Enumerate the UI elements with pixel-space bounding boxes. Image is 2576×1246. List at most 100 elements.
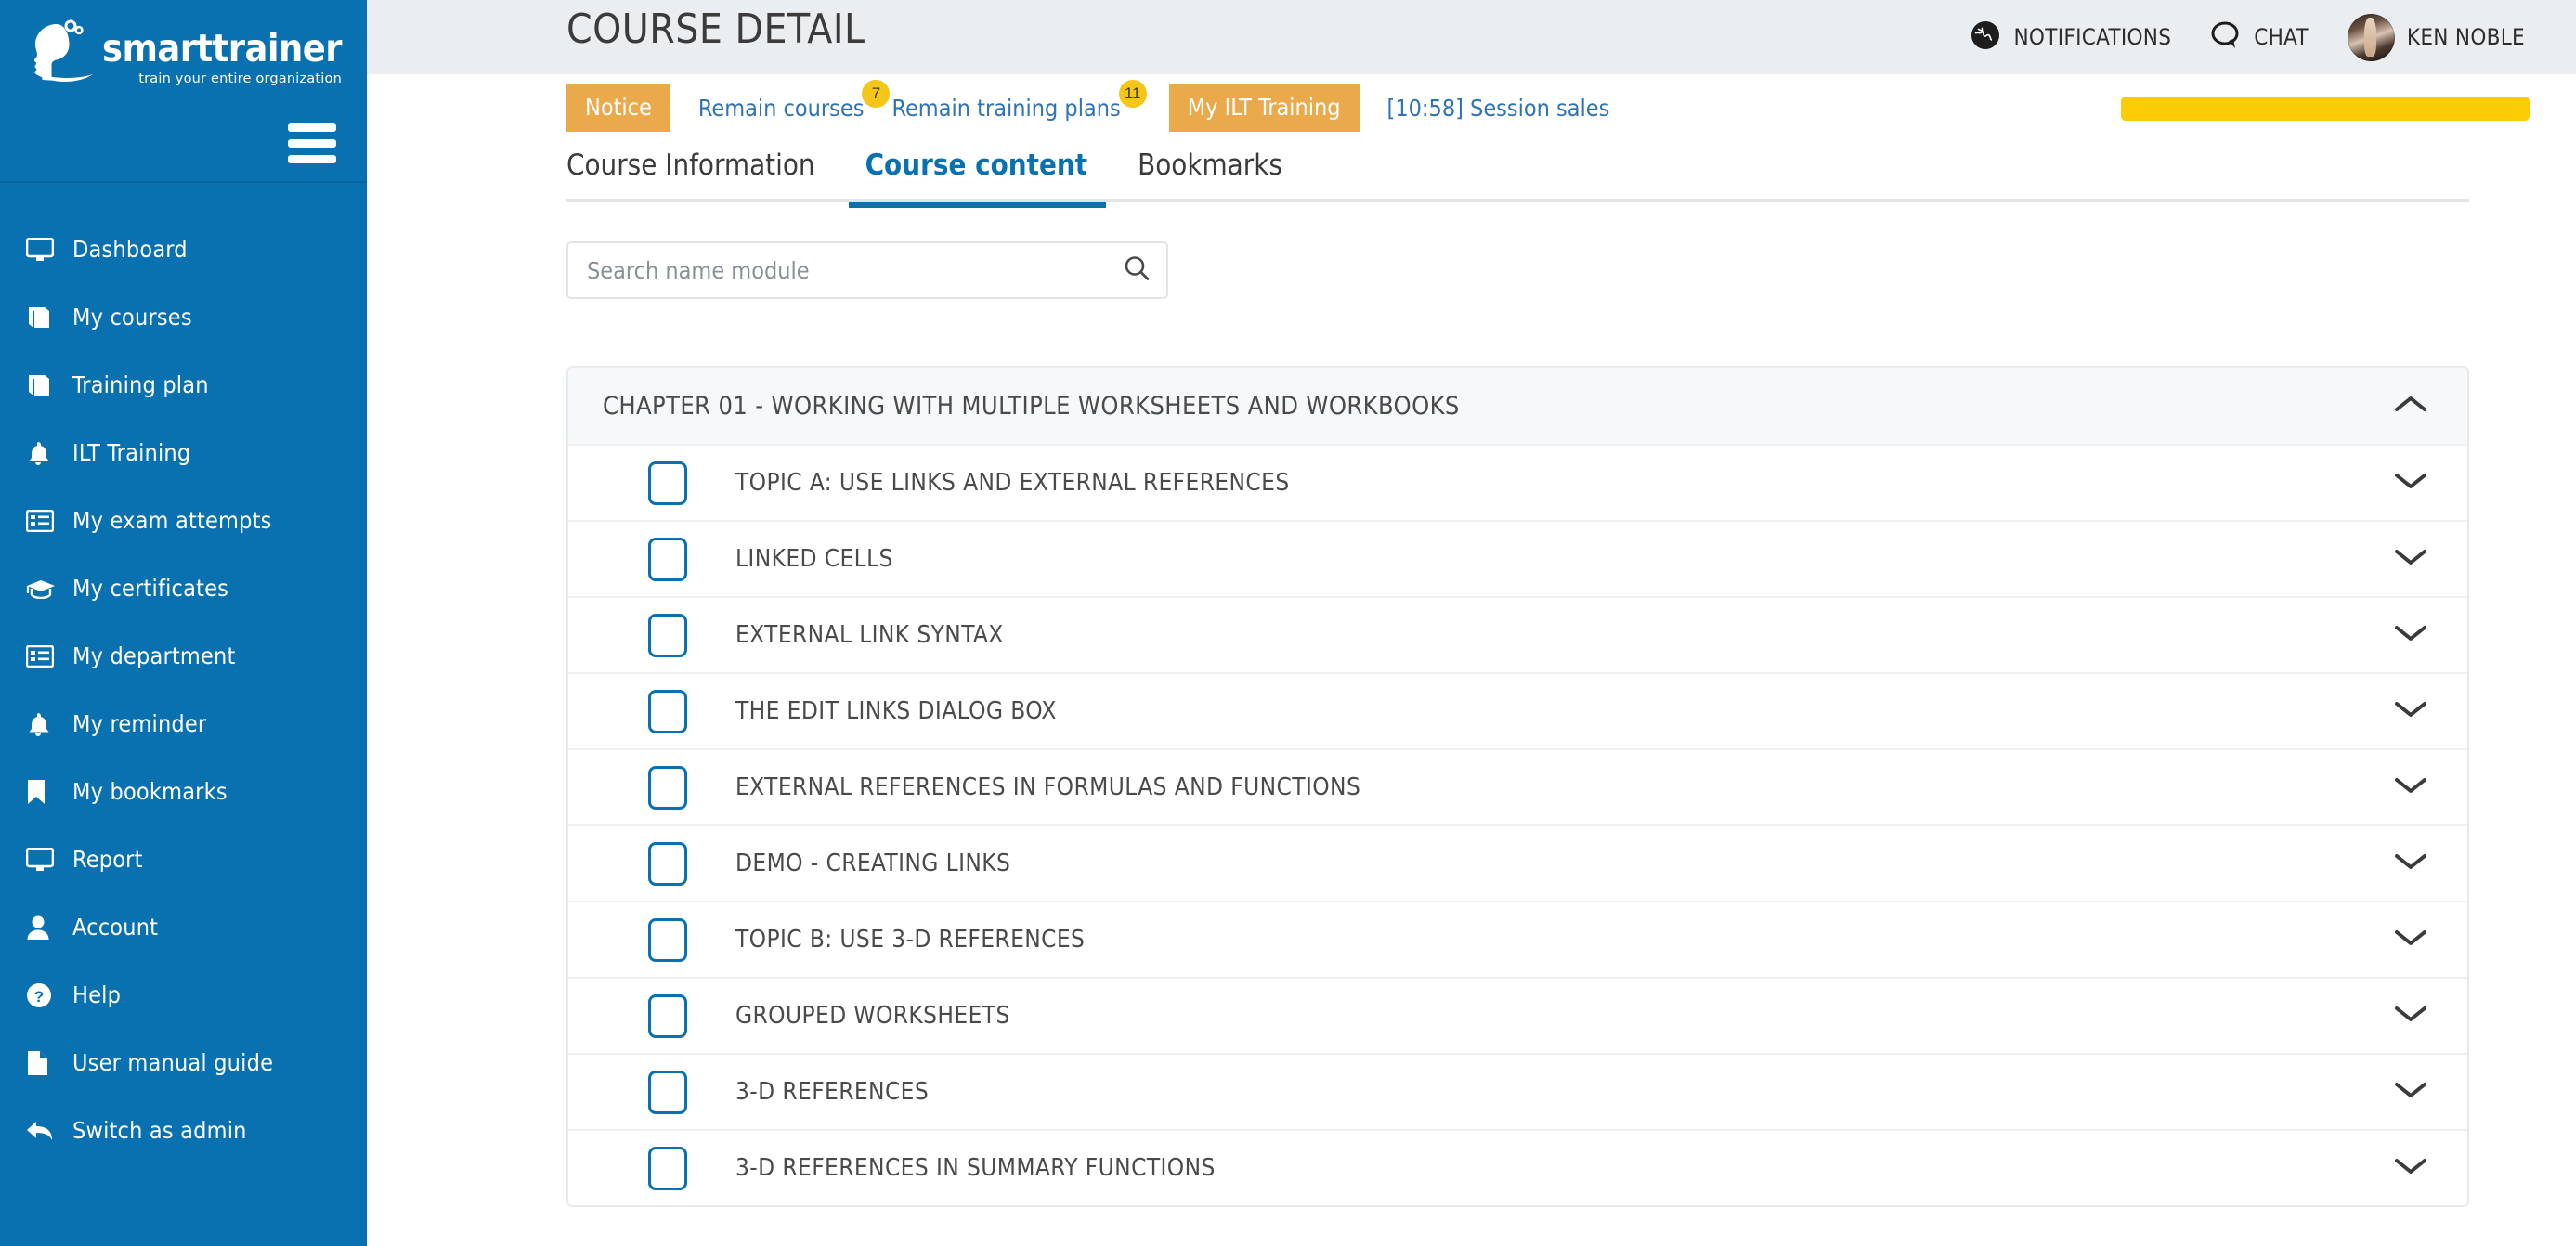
brand-logo[interactable]: smarttrainer train your entire organizat… [0,0,367,126]
chevron-down-icon[interactable] [2395,928,2426,952]
sidebar-item-my-certificates[interactable]: My certificates [0,554,367,622]
table-row[interactable]: TOPIC A: USE LINKS AND EXTERNAL REFERENC… [568,444,2467,520]
sidebar-item-label: My department [72,642,236,669]
sidebar-item-label: My courses [72,304,192,331]
table-row[interactable]: 3-D REFERENCES [568,1053,2467,1129]
bell-icon [26,711,58,737]
sidebar-item-my-reminder[interactable]: My reminder [0,690,367,758]
sidebar-item-label: Switch as admin [72,1117,247,1144]
progress-bar [2121,97,2530,121]
remain-courses-badge: 7 [862,79,891,108]
table-row[interactable]: GROUPED WORKSHEETS [568,977,2467,1053]
chevron-down-icon[interactable] [2395,472,2426,495]
sidebar-item-label: My exam attempts [72,507,272,534]
module-label: EXTERNAL REFERENCES IN FORMULAS AND FUNC… [735,773,1361,801]
list-icon [26,643,58,669]
module-label: LINKED CELLS [735,545,893,573]
notice-bar: Notice Remain courses 7 Remain training … [367,74,2576,141]
hamburger-menu-icon[interactable] [288,123,336,163]
sidebar-item-my-department[interactable]: My department [0,622,367,690]
search-input[interactable] [568,243,1166,297]
sidebar-item-dashboard[interactable]: Dashboard [0,215,367,283]
sidebar-item-label: My bookmarks [72,778,228,805]
bookmark-icon [26,779,58,805]
sidebar-item-label: Account [72,914,159,941]
module-checkbox[interactable] [648,613,687,657]
sidebar-item-my-exam-attempts[interactable]: My exam attempts [0,487,367,554]
module-checkbox[interactable] [648,1070,687,1114]
monitor-icon [26,847,58,873]
chapter-header[interactable]: CHAPTER 01 - WORKING WITH MULTIPLE WORKS… [568,368,2467,444]
sidebar-divider [0,181,367,183]
chevron-down-icon[interactable] [2395,700,2426,723]
sidebar-item-report[interactable]: Report [0,825,367,893]
header-actions: NOTIFICATIONS CHAT KEN NOBLE [1970,0,2525,74]
table-row[interactable]: 3-D REFERENCES IN SUMMARY FUNCTIONS [568,1129,2467,1205]
chevron-down-icon[interactable] [2395,548,2426,571]
chat-button[interactable]: CHAT [2210,19,2309,56]
sidebar-item-label: My certificates [72,575,229,602]
remain-courses-link[interactable]: Remain courses 7 [698,79,891,122]
sidebar-item-training-plan[interactable]: Training plan [0,351,367,419]
module-checkbox[interactable] [648,1146,687,1190]
table-row[interactable]: THE EDIT LINKS DIALOG BOX [568,672,2467,748]
module-checkbox[interactable] [648,993,687,1038]
chevron-up-icon[interactable] [2395,395,2426,418]
notifications-button[interactable]: NOTIFICATIONS [1970,19,2171,56]
user-menu[interactable]: KEN NOBLE [2347,13,2525,61]
sidebar-item-label: Help [72,981,122,1008]
module-label: DEMO - CREATING LINKS [735,850,1011,877]
sidebar-item-label: Training plan [72,371,209,398]
sidebar-item-switch-as-admin[interactable]: Switch as admin [0,1097,367,1164]
tab-bookmarks[interactable]: Bookmarks [1138,149,1312,202]
my-ilt-training-button[interactable]: My ILT Training [1168,84,1360,132]
table-row[interactable]: EXTERNAL LINK SYNTAX [568,596,2467,672]
search-icon[interactable] [1124,255,1150,286]
session-sales-link[interactable]: [10:58] Session sales [1387,95,1610,122]
sidebar-item-help[interactable]: ? Help [0,961,367,1029]
book-icon [26,372,58,398]
module-label: EXTERNAL LINK SYNTAX [735,621,1004,649]
sidebar-nav: Dashboard My courses Training plan ILT T… [0,215,367,1164]
chevron-down-icon[interactable] [2395,776,2426,799]
chevron-down-icon[interactable] [2395,624,2426,647]
module-checkbox[interactable] [648,537,687,581]
sidebar-item-my-courses[interactable]: My courses [0,283,367,351]
sidebar-item-ilt-training[interactable]: ILT Training [0,419,367,487]
sidebar-item-label: Report [72,846,143,873]
module-checkbox[interactable] [648,841,687,886]
question-circle-icon: ? [26,982,58,1008]
brand-tagline: train your entire organization [138,71,342,86]
table-row[interactable]: TOPIC B: USE 3-D REFERENCES [568,901,2467,977]
chevron-down-icon[interactable] [2395,1005,2426,1028]
module-checkbox[interactable] [648,917,687,962]
chevron-down-icon[interactable] [2395,1157,2426,1180]
sidebar-item-label: Dashboard [72,236,188,263]
main-area: COURSE DETAIL NOTIFICATIONS CHAT KEN NOB… [367,0,2576,1246]
notice-button[interactable]: Notice [566,84,670,132]
tab-course-content[interactable]: Course content [848,149,1117,208]
tabs-divider [566,199,2469,202]
module-checkbox[interactable] [648,461,687,505]
tabs-bar: Course Information Course content Bookma… [367,149,2576,208]
course-content-accordion: CHAPTER 01 - WORKING WITH MULTIPLE WORKS… [566,366,2469,1207]
module-checkbox[interactable] [648,689,687,733]
tab-course-information[interactable]: Course Information [566,149,845,202]
sidebar-item-my-bookmarks[interactable]: My bookmarks [0,758,367,825]
chevron-down-icon[interactable] [2395,852,2426,876]
table-row[interactable]: EXTERNAL REFERENCES IN FORMULAS AND FUNC… [568,748,2467,824]
chat-label: CHAT [2254,24,2309,50]
sidebar-item-user-manual-guide[interactable]: User manual guide [0,1029,367,1097]
chevron-down-icon[interactable] [2395,1081,2426,1104]
chat-bubble-icon [2210,19,2242,56]
sidebar-item-account[interactable]: Account [0,893,367,961]
table-row[interactable]: LINKED CELLS [568,520,2467,596]
avatar [2347,13,2395,61]
book-icon [26,305,58,331]
module-label: GROUPED WORKSHEETS [735,1002,1010,1030]
table-row[interactable]: DEMO - CREATING LINKS [568,824,2467,901]
user-icon [26,915,58,941]
module-checkbox[interactable] [648,765,687,810]
remain-training-plans-link[interactable]: Remain training plans 11 [891,79,1147,122]
file-icon [26,1050,58,1076]
